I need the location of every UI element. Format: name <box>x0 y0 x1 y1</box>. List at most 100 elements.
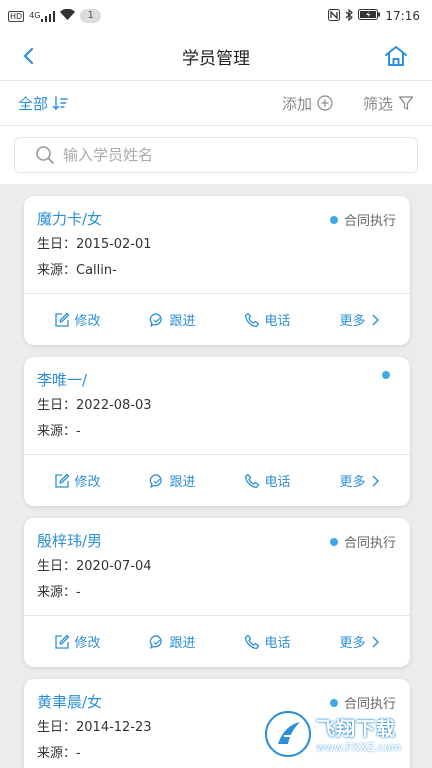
add-label: 添加 <box>281 94 312 113</box>
watermark-url: www.FXXZ.com <box>316 741 402 754</box>
more-button[interactable]: 更多 <box>339 471 379 490</box>
chat-bubble-icon <box>150 634 163 649</box>
follow-up-button[interactable]: 跟进 <box>149 471 196 490</box>
student-name-search-input[interactable] <box>63 146 363 164</box>
status-text: 合同执行 <box>343 214 396 229</box>
bluetooth-icon <box>345 8 354 24</box>
call-label: 电话 <box>264 314 291 329</box>
filter-all-dropdown[interactable]: 全部 <box>18 93 68 114</box>
back-button[interactable] <box>14 44 42 68</box>
chevron-left-icon <box>23 47 34 65</box>
wifi-icon <box>60 8 76 23</box>
call-button[interactable]: 电话 <box>244 632 291 651</box>
toolbar-actions: 添加 筛选 <box>282 93 414 114</box>
watermark: 飞翔下载 www.FXXZ.com <box>264 706 424 762</box>
call-button[interactable]: 电话 <box>244 471 291 490</box>
source-value: Callin- <box>76 263 117 278</box>
birthday-label: 生日： <box>37 237 77 252</box>
phone-icon <box>245 473 260 488</box>
edit-label: 修改 <box>74 475 101 490</box>
filter-button[interactable]: 筛选 <box>363 93 414 114</box>
nfc-icon <box>328 8 341 24</box>
card-actions: 修改 跟进 电话 更多 <box>24 454 410 506</box>
call-label: 电话 <box>264 475 291 490</box>
birthday-row: 生日：2015-02-01 <box>37 235 394 255</box>
edit-icon <box>55 634 70 649</box>
edit-button[interactable]: 修改 <box>54 632 101 651</box>
more-button[interactable]: 更多 <box>339 632 379 651</box>
hd-indicator: HD <box>8 10 25 22</box>
edit-icon <box>55 473 70 488</box>
card-actions: 修改 跟进 电话 更多 <box>24 293 410 345</box>
more-label: 更多 <box>339 314 366 329</box>
list-toolbar: 全部 添加 筛选 <box>0 80 432 126</box>
source-label: 来源： <box>37 746 77 761</box>
more-label: 更多 <box>339 475 366 490</box>
status-bar-left: HD 4G 1 <box>8 8 101 23</box>
contract-status <box>382 371 396 379</box>
student-card[interactable]: 殷梓玮/男 合同执行 生日：2020-07-04 来源：- 修改 跟进 电话 更… <box>24 518 410 667</box>
chat-bubble-icon <box>150 473 163 488</box>
contract-status: 合同执行 <box>329 210 396 229</box>
birthday-value: 2014-12-23 <box>76 720 152 735</box>
search-box[interactable] <box>14 137 418 173</box>
search-icon <box>36 146 54 164</box>
follow-up-label: 跟进 <box>169 636 196 651</box>
site-logo-icon <box>265 711 311 757</box>
funnel-icon <box>398 96 414 110</box>
student-card-body: 李唯一/ 生日：2022-08-03 来源：- <box>24 357 410 454</box>
call-button[interactable]: 电话 <box>244 310 291 329</box>
network-type: 4G <box>29 10 41 20</box>
source-value: - <box>76 746 81 761</box>
edit-button[interactable]: 修改 <box>54 471 101 490</box>
chevron-right-icon <box>372 475 379 486</box>
signal-icon: 4G <box>29 10 56 22</box>
follow-up-label: 跟进 <box>169 475 196 490</box>
student-card-body: 殷梓玮/男 合同执行 生日：2020-07-04 来源：- <box>24 518 410 615</box>
clock: 17:16 <box>385 9 420 23</box>
birthday-value: 2015-02-01 <box>76 237 152 252</box>
source-label: 来源： <box>37 585 77 600</box>
source-label: 来源： <box>37 263 77 278</box>
phone-icon <box>245 312 260 327</box>
sort-icon <box>52 96 68 110</box>
notification-count-badge: 1 <box>80 9 101 23</box>
add-student-button[interactable]: 添加 <box>282 93 333 114</box>
call-label: 电话 <box>264 636 291 651</box>
app-header: 学员管理 <box>0 32 432 80</box>
chevron-right-icon <box>372 314 379 325</box>
birthday-value: 2022-08-03 <box>76 398 152 413</box>
status-bar: HD 4G 1 17:16 <box>0 0 432 32</box>
watermark-text: 飞翔下载 www.FXXZ.com <box>316 714 401 754</box>
birthday-row: 生日：2020-07-04 <box>37 557 394 577</box>
student-name: 李唯一/ <box>37 371 88 389</box>
source-row: 来源：- <box>37 422 394 442</box>
status-text: 合同执行 <box>343 536 396 551</box>
edit-icon <box>55 312 70 327</box>
birthday-value: 2020-07-04 <box>76 559 152 574</box>
source-value: - <box>76 424 81 439</box>
student-card[interactable]: 魔力卡/女 合同执行 生日：2015-02-01 来源：Callin- 修改 跟… <box>24 196 410 345</box>
birthday-label: 生日： <box>37 720 77 735</box>
home-icon <box>385 46 407 66</box>
chat-bubble-icon <box>150 312 163 327</box>
student-card-body: 魔力卡/女 合同执行 生日：2015-02-01 来源：Callin- <box>24 196 410 293</box>
contract-status: 合同执行 <box>329 532 396 551</box>
edit-button[interactable]: 修改 <box>54 310 101 329</box>
follow-up-button[interactable]: 跟进 <box>149 632 196 651</box>
status-dot-icon <box>382 371 390 379</box>
follow-up-button[interactable]: 跟进 <box>149 310 196 329</box>
source-row: 来源：- <box>37 583 394 603</box>
plus-circle-icon <box>317 95 333 111</box>
source-value: - <box>76 585 81 600</box>
watermark-brand: 飞翔下载 <box>316 718 397 740</box>
source-label: 来源： <box>37 424 77 439</box>
phone-icon <box>245 634 260 649</box>
more-button[interactable]: 更多 <box>339 310 379 329</box>
chevron-right-icon <box>372 636 379 647</box>
birthday-label: 生日： <box>37 398 77 413</box>
student-card[interactable]: 李唯一/ 生日：2022-08-03 来源：- 修改 跟进 电话 更多 <box>24 357 410 506</box>
edit-label: 修改 <box>74 314 101 329</box>
birthday-row: 生日：2022-08-03 <box>37 396 394 416</box>
home-button[interactable] <box>382 43 410 69</box>
